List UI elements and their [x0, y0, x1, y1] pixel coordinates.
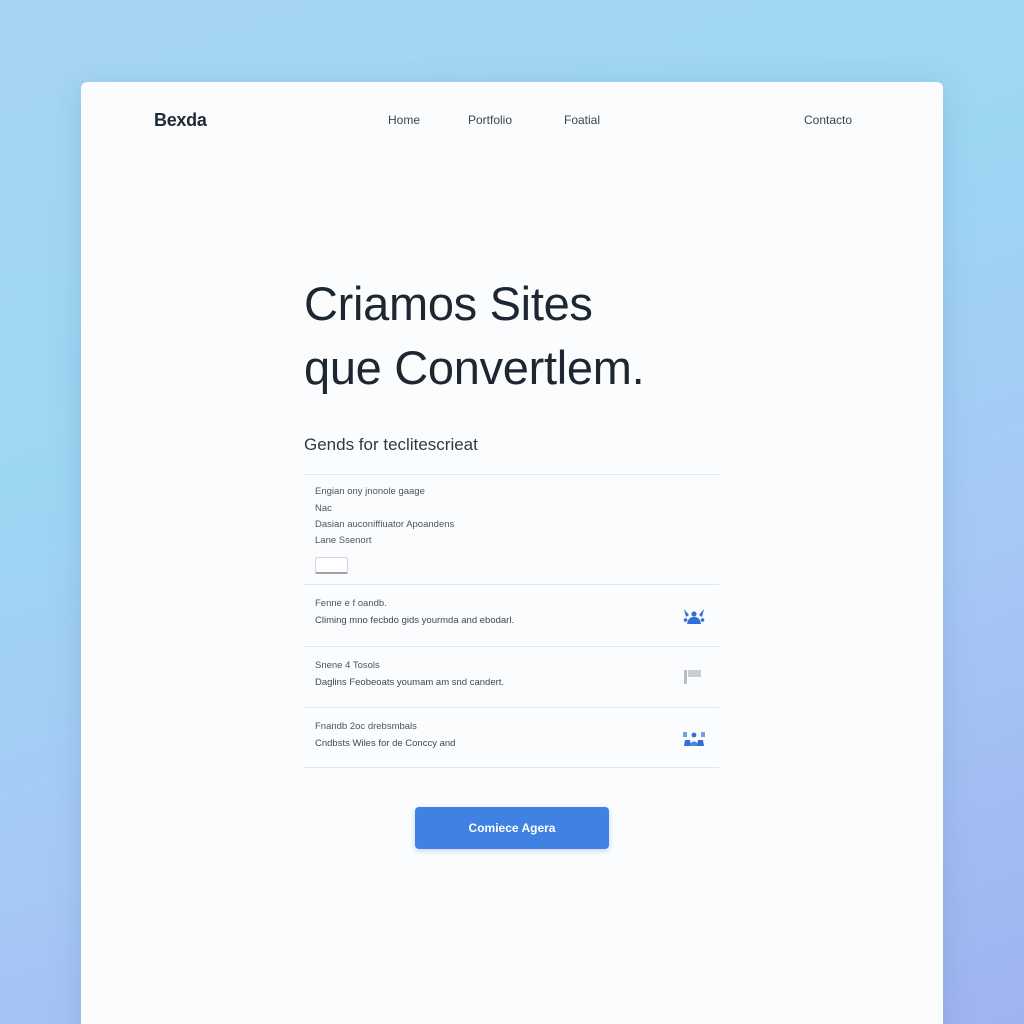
feature-row-2[interactable]: Snene 4 Tosols Daglins Feobeoats youmam …: [303, 646, 719, 708]
nav-home[interactable]: Home: [388, 113, 420, 127]
feature-row-desc: Cndbsts Wiles for de Conccy and: [315, 738, 456, 749]
hero-title-line-1: Criamos Sites: [304, 277, 593, 330]
subtitle: Gends for teclitescrieat: [304, 435, 478, 454]
group-icon: [683, 732, 705, 746]
main-card: Bexda Home Portfolio Foatial Contacto Cr…: [81, 82, 943, 1024]
form-line-1: Engian ony jnonole gaage: [315, 486, 425, 497]
feature-row-3[interactable]: Fnandb 2oc drebsmbals Cndbsts Wiles for …: [303, 707, 719, 768]
form-line-2: Nac: [315, 503, 332, 514]
form-section: Engian ony jnonole gaage Nac Dasian auco…: [303, 474, 719, 585]
logo[interactable]: Bexda: [154, 110, 207, 131]
hero-title-line-2: que Convertlem.: [304, 341, 645, 394]
people-icon: [683, 609, 705, 624]
cta-button[interactable]: Comiece Agera: [415, 807, 609, 849]
form-line-3: Dasian auconiffiuator Apoandens: [315, 519, 455, 530]
form-input[interactable]: [315, 557, 348, 574]
nav-contact[interactable]: Contacto: [804, 113, 852, 127]
feature-row-desc: Climing mno fecbdo gids yourmda and ebod…: [315, 615, 515, 626]
feature-row-1[interactable]: Fenne e f oandb. Climing mno fecbdo gids…: [303, 584, 719, 647]
feature-row-title: Fenne e f oandb.: [315, 598, 387, 609]
feature-row-desc: Daglins Feobeoats youmam am snd candert.: [315, 677, 505, 688]
flag-icon: [684, 670, 701, 684]
form-line-4: Lane Ssenort: [315, 535, 372, 546]
hero-title: Criamos Sites que Convertlem.: [304, 272, 744, 400]
nav-foatial[interactable]: Foatial: [564, 113, 600, 127]
feature-row-title: Fnandb 2oc drebsmbals: [315, 721, 417, 732]
feature-row-title: Snene 4 Tosols: [315, 660, 380, 671]
nav-portfolio[interactable]: Portfolio: [468, 113, 512, 127]
